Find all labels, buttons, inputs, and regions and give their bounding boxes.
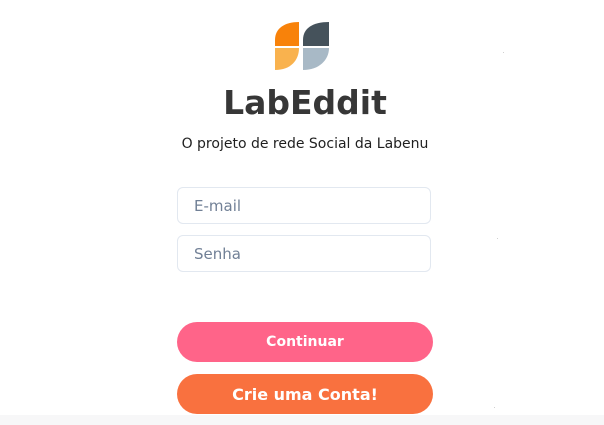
password-field[interactable] — [177, 235, 431, 272]
divider-speck — [494, 407, 495, 408]
continue-button[interactable]: Continuar — [177, 322, 433, 362]
app-title: LabEddit — [223, 83, 387, 122]
labenu-logo-icon — [271, 20, 333, 72]
divider-speck — [497, 238, 498, 239]
email-field[interactable] — [177, 187, 431, 224]
login-page: LabEddit O projeto de rede Social da Lab… — [0, 0, 604, 425]
divider-speck — [503, 52, 504, 53]
app-subtitle: O projeto de rede Social da Labenu — [181, 136, 429, 152]
bottom-strip — [0, 415, 604, 425]
create-account-button[interactable]: Crie uma Conta! — [177, 374, 433, 414]
